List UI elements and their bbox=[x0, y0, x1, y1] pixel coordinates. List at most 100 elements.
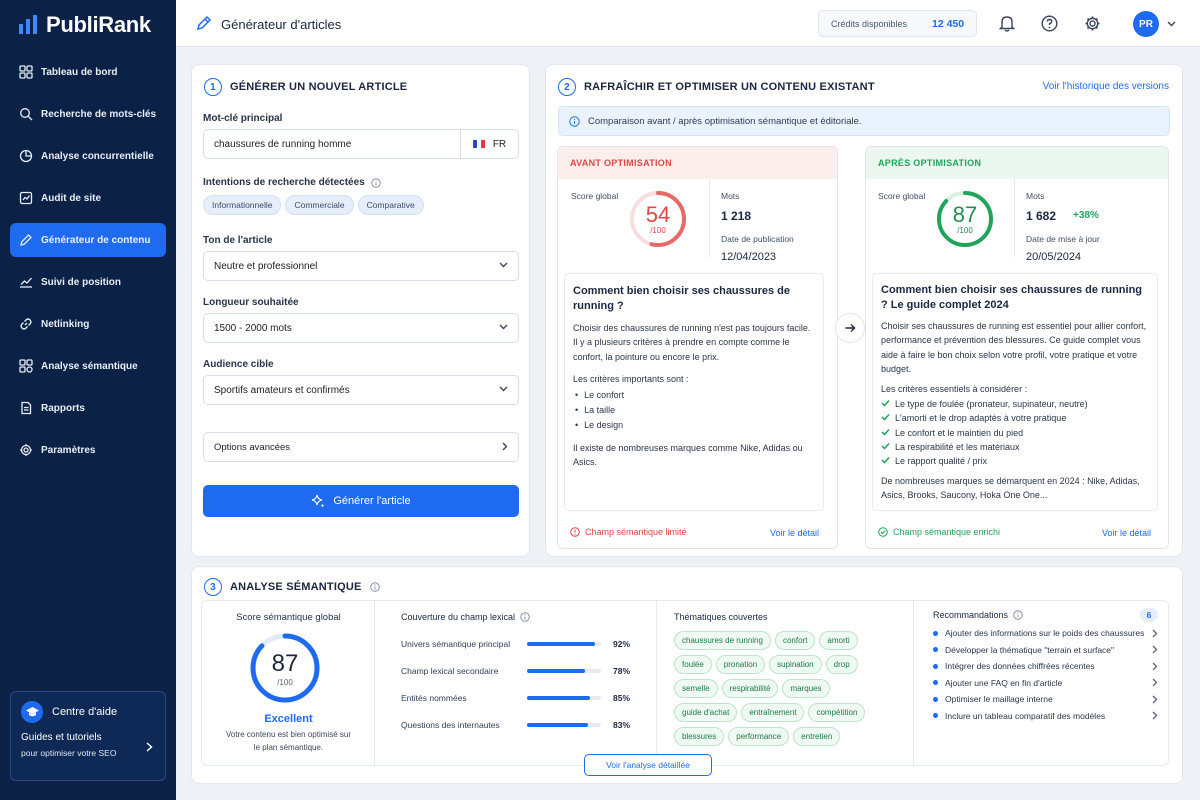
theme-chip: guide d'achat bbox=[674, 703, 738, 722]
version-history-link[interactable]: Voir l'historique des versions bbox=[1043, 81, 1169, 92]
after-date-value: 20/05/2024 bbox=[1026, 251, 1082, 263]
info-icon[interactable] bbox=[520, 612, 530, 622]
after-status: Champ sémantique enrichi bbox=[878, 527, 1000, 537]
recommendation-item[interactable]: Intégrer des données chiffrées récentes bbox=[933, 658, 1158, 675]
help-center-card[interactable]: Centre d'aide Guides et tutoriels pour o… bbox=[10, 691, 166, 781]
recommendations-column: Recommandations 6 Ajouter des informatio… bbox=[933, 608, 1158, 725]
language-selector[interactable]: FR bbox=[460, 130, 518, 158]
sidebar-item-label: Analyse concurrentielle bbox=[41, 150, 154, 162]
theme-chip: marques bbox=[782, 679, 830, 698]
after-score-label: Score global bbox=[878, 191, 926, 201]
section-title: GÉNÉRER UN NOUVEL ARTICLE bbox=[230, 81, 408, 93]
recommendation-item[interactable]: Inclure un tableau comparatif des modèle… bbox=[933, 708, 1158, 725]
intent-chip[interactable]: Informationnelle bbox=[203, 195, 282, 215]
before-score-value: 54 bbox=[645, 202, 671, 227]
recommendation-text: Ajouter des informations sur le poids de… bbox=[945, 628, 1145, 639]
sidebar-item-analyse-concurrentielle[interactable]: Analyse concurrentielle bbox=[10, 139, 166, 173]
sidebar-item-parametres[interactable]: Paramètres bbox=[10, 433, 166, 467]
sidebar-item-netlinking[interactable]: Netlinking bbox=[10, 307, 166, 341]
audience-select[interactable]: Sportifs amateurs et confirmés bbox=[203, 375, 519, 405]
bullet-dot bbox=[933, 696, 938, 702]
after-criteria-list: Le type de foulée (pronateur, supinateur… bbox=[881, 397, 1149, 469]
coverage-bar bbox=[527, 695, 601, 700]
tone-select[interactable]: Neutre et professionnel bbox=[203, 251, 519, 281]
theme-chip: performance bbox=[728, 727, 790, 746]
coverage-bar bbox=[527, 668, 601, 673]
before-article-intro: Choisir des chaussures de running n'est … bbox=[573, 322, 811, 362]
recommendation-text: Ajouter une FAQ en fin d'article bbox=[945, 677, 1063, 688]
sidebar-item-label: Analyse sémantique bbox=[41, 360, 138, 372]
after-words-delta: +38% bbox=[1073, 210, 1099, 221]
keyword-value: chaussures de running homme bbox=[214, 138, 352, 150]
logo[interactable]: PubliRank bbox=[18, 12, 151, 38]
theme-chip: semelle bbox=[674, 679, 718, 698]
keyword-input[interactable]: chaussures de running homme FR bbox=[203, 129, 519, 159]
after-words-value: 1 682 bbox=[1026, 209, 1057, 223]
coverage-title: Couverture du champ lexical bbox=[401, 612, 516, 622]
bullet-dot bbox=[933, 680, 938, 686]
sidebar-item-label: Audit de site bbox=[41, 192, 102, 204]
theme-chip: pronation bbox=[715, 655, 766, 674]
gear-icon[interactable] bbox=[1084, 15, 1101, 32]
semantic-inner-panel: Score sémantique global 87 /100 Excellen… bbox=[201, 600, 1169, 766]
step-number: 2 bbox=[558, 78, 576, 96]
sidebar-item-recherche-de-mots-cles[interactable]: Recherche de mots-clés bbox=[10, 97, 166, 131]
before-detail-link[interactable]: Voir le détail bbox=[770, 528, 819, 538]
after-score-max: /100 bbox=[957, 226, 973, 235]
before-criteria-title: Les critères importants sont : bbox=[573, 373, 689, 384]
sidebar-item-tableau-de-bord[interactable]: Tableau de bord bbox=[10, 55, 166, 89]
recommendation-item[interactable]: Optimiser le maillage interne bbox=[933, 691, 1158, 708]
sidebar-item-generateur-de-contenu[interactable]: Générateur de contenu bbox=[10, 223, 166, 257]
detailed-analysis-button[interactable]: Voir l'analyse détaillée bbox=[584, 754, 712, 776]
language-code: FR bbox=[492, 138, 507, 150]
help-icon[interactable] bbox=[1041, 15, 1058, 32]
recommendation-item[interactable]: Ajouter des informations sur le poids de… bbox=[933, 625, 1158, 642]
tone-label: Ton de l'article bbox=[203, 235, 273, 246]
theme-chip: supination bbox=[769, 655, 822, 674]
sidebar-item-rapports[interactable]: Rapports bbox=[10, 391, 166, 425]
bullet-dot bbox=[933, 630, 938, 636]
after-detail-link[interactable]: Voir le détail bbox=[1102, 528, 1151, 538]
intent-chip[interactable]: Comparative bbox=[357, 195, 424, 215]
intent-label: Intentions de recherche détectées bbox=[203, 177, 365, 188]
length-value: 1500 - 2000 mots bbox=[214, 322, 292, 334]
page-title: Générateur d'articles bbox=[221, 17, 342, 32]
advanced-options-label: Options avancées bbox=[214, 441, 291, 453]
length-select[interactable]: 1500 - 2000 mots bbox=[203, 313, 519, 343]
chevron-right-icon bbox=[1152, 711, 1158, 720]
theme-row: chaussures de running confort amorti bbox=[674, 631, 899, 655]
info-icon[interactable] bbox=[370, 177, 381, 188]
info-icon[interactable] bbox=[1013, 610, 1023, 620]
recommendation-item[interactable]: Ajouter une FAQ en fin d'article bbox=[933, 675, 1158, 692]
advanced-options-row[interactable]: Options avancées bbox=[203, 432, 519, 462]
before-words-value: 1 218 bbox=[721, 209, 752, 223]
sidebar-item-suivi-de-position[interactable]: Suivi de position bbox=[10, 265, 166, 299]
info-banner-text: Comparaison avant / après optimisation s… bbox=[588, 115, 862, 127]
logo-bars-icon bbox=[19, 15, 37, 34]
coverage-bar-fill bbox=[527, 641, 596, 646]
sidebar-item-audit-de-site[interactable]: Audit de site bbox=[10, 181, 166, 215]
intent-chip[interactable]: Commerciale bbox=[285, 195, 354, 215]
info-icon[interactable] bbox=[369, 582, 380, 592]
chevron-down-icon[interactable] bbox=[1167, 21, 1176, 27]
credits-badge: Crédits disponibles 12 450 bbox=[818, 10, 977, 37]
link-icon bbox=[19, 317, 33, 331]
semantic-analysis-card: 3 ANALYSE SÉMANTIQUE Score sémantique gl… bbox=[191, 566, 1183, 784]
sidebar-item-label: Netlinking bbox=[41, 318, 90, 330]
coverage-list: Univers sémantique principal 92% Champ lex… bbox=[401, 630, 630, 738]
bell-icon[interactable] bbox=[999, 15, 1015, 32]
grid-icon bbox=[19, 65, 33, 79]
generate-article-button[interactable]: Générer l'article bbox=[203, 485, 519, 517]
semantic-score-column: Score sémantique global 87 /100 Excellen… bbox=[202, 601, 375, 765]
compare-arrow-icon bbox=[835, 313, 865, 343]
bullet-dot bbox=[933, 663, 938, 669]
sparkle-icon bbox=[312, 494, 325, 508]
theme-chip: respirabilité bbox=[721, 679, 779, 698]
recommendations-title-row: Recommandations 6 bbox=[933, 608, 1158, 622]
avatar[interactable]: PR bbox=[1133, 11, 1159, 37]
recommendation-item[interactable]: Développer la thématique "terrain et sur… bbox=[933, 642, 1158, 659]
theme-chip: drop bbox=[825, 655, 858, 674]
sidebar-item-analyse-semantique[interactable]: Analyse sémantique bbox=[10, 349, 166, 383]
coverage-bar bbox=[527, 641, 601, 646]
list-item: • Le design bbox=[575, 420, 624, 431]
